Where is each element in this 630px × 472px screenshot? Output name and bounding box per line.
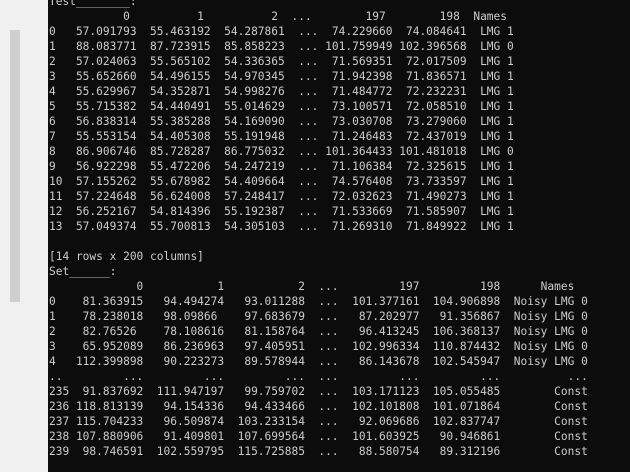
console-line: 0 1 2 ... 197 198 Names [49,280,575,293]
vertical-scrollbar[interactable] [10,30,20,302]
console-line: 3 55.652660 54.496155 54.970345 ... 71.9… [49,70,514,83]
console-line: 4 55.629967 54.352871 54.998276 ... 71.4… [49,85,514,98]
console-line: 13 57.049374 55.700813 54.305103 ... 71.… [49,220,514,233]
console-line: 11 57.224648 56.624008 57.248417 ... 72.… [49,190,514,203]
console-line: 0 1 2 ... 197 198 Names [49,10,508,23]
console-line: 1 88.083771 87.723915 85.858223 ... 101.… [49,40,514,53]
console-line: 237 115.704233 96.509874 103.233154 ... … [49,415,588,428]
console-line: 3 65.952089 86.236963 97.405951 ... 102.… [49,340,588,353]
console-line: 10 57.155262 55.678982 54.409664 ... 74.… [49,175,514,188]
console-line: 1 78.238018 98.09866 97.683679 ... 87.20… [49,310,588,323]
console-line: 236 118.813139 94.154336 94.433466 ... 1… [49,400,588,413]
console-line: 0 57.091793 55.463192 54.287861 ... 74.2… [49,25,514,38]
editor-side-panel [0,0,48,472]
console-text: Test________: 0 1 2 ... 197 198 Names 0 … [48,0,630,459]
console-line: 12 56.252167 54.814396 55.192387 ... 71.… [49,205,514,218]
console-line: .. ... ... ... ... ... ... ... [49,370,588,383]
console-line: Test________: [49,0,137,8]
console-line: 235 91.837692 111.947197 99.759702 ... 1… [49,385,588,398]
console-line: 239 98.746591 102.559795 115.725885 ... … [49,445,588,458]
console-line: 238 107.880906 91.409801 107.699564 ... … [49,430,588,443]
console-line: 7 55.553154 54.405308 55.191948 ... 71.2… [49,130,514,143]
console-line: Set______: [49,265,117,278]
console-line: 2 82.76526 78.108616 81.158764 ... 96.41… [49,325,588,338]
console-line: 5 55.715382 54.440491 55.014629 ... 73.1… [49,100,514,113]
console-line: [14 rows x 200 columns] [49,250,204,263]
console-line: 9 56.922298 55.472206 54.247219 ... 71.1… [49,160,514,173]
console-line: 2 57.024063 55.565102 54.336365 ... 71.5… [49,55,514,68]
console-line: 6 56.838314 55.385288 54.169090 ... 73.0… [49,115,514,128]
console-line: 8 86.906746 85.728287 86.775032 ... 101.… [49,145,514,158]
console-line: 4 112.399898 90.223273 89.578944 ... 86.… [49,355,588,368]
terminal-output: Test________: 0 1 2 ... 197 198 Names 0 … [48,0,630,472]
console-line: 0 81.363915 94.494274 93.011288 ... 101.… [49,295,588,308]
